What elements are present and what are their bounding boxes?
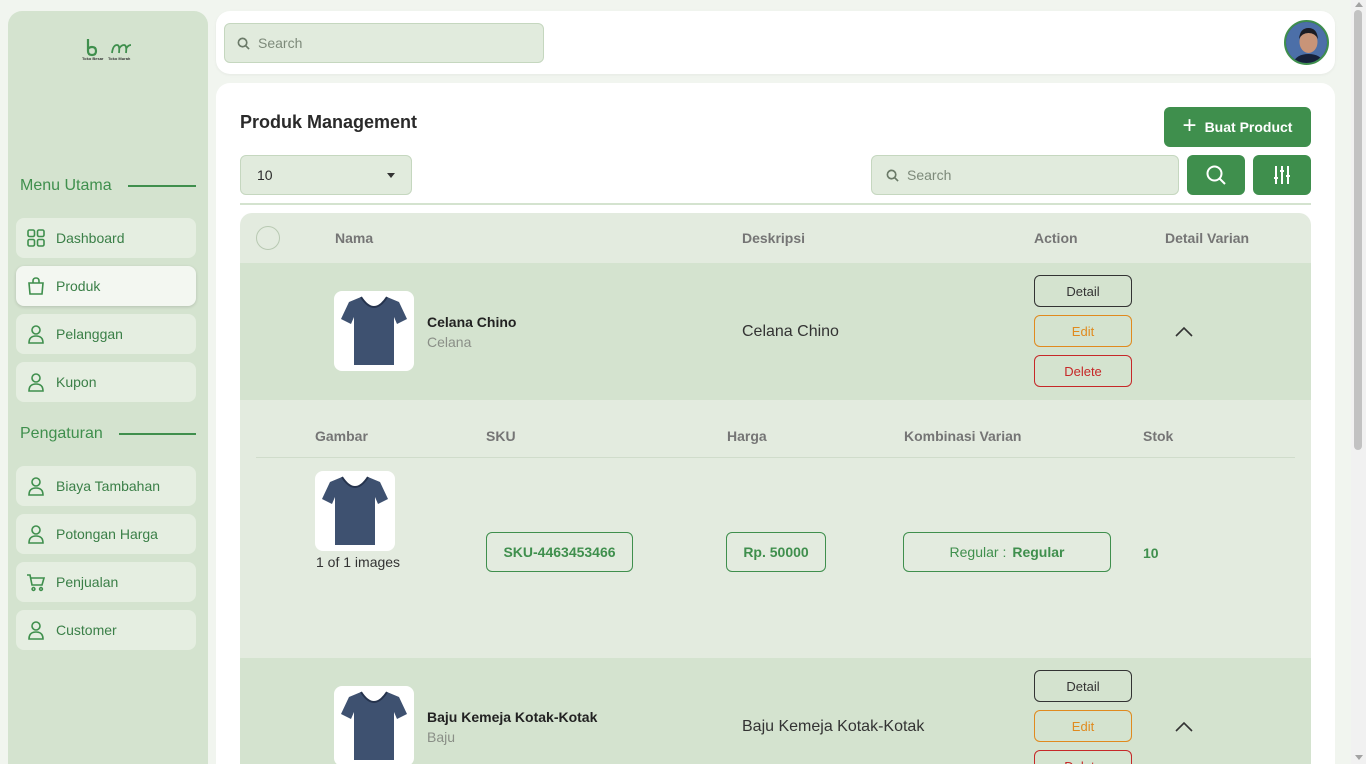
stock-value: 10: [1143, 545, 1159, 561]
scrollbar-thumb[interactable]: [1354, 10, 1362, 450]
top-bar: [216, 11, 1335, 74]
product-name: Celana Chino: [427, 314, 517, 330]
edit-button[interactable]: Edit: [1034, 315, 1132, 347]
sliders-icon: [1274, 166, 1290, 184]
search-icon: [237, 37, 250, 50]
variant-image[interactable]: [315, 471, 395, 551]
search-icon: [1206, 165, 1226, 185]
image-count: 1 of 1 images: [316, 554, 401, 570]
sidebar-item-label: Customer: [56, 622, 117, 638]
product-description: Celana Chino: [742, 323, 839, 340]
sidebar-item-label: Dashboard: [56, 230, 125, 246]
variant-header-harga: Harga: [727, 428, 767, 444]
sidebar-item-label: Penjualan: [56, 574, 119, 590]
user-avatar[interactable]: [1284, 20, 1329, 65]
combination-value: Regular: [1012, 544, 1065, 560]
sidebar-item-penjualan[interactable]: Penjualan: [16, 562, 196, 602]
header-detail-varian: Detail Varian: [1165, 230, 1250, 246]
cart-icon: [26, 572, 46, 592]
sidebar-item-label: Potongan Harga: [56, 526, 158, 542]
global-search[interactable]: [224, 23, 544, 63]
caret-down-icon: [387, 172, 395, 178]
header-action: Action: [1034, 230, 1078, 246]
sidebar-item-potongan-harga[interactable]: Potongan Harga: [16, 514, 196, 554]
product-search[interactable]: [871, 155, 1179, 195]
product-category: Celana: [427, 334, 472, 350]
search-icon: [886, 169, 899, 182]
scroll-up-arrow-icon[interactable]: [1355, 2, 1363, 7]
search-button[interactable]: [1187, 155, 1245, 195]
sidebar-item-biaya-tambahan[interactable]: Biaya Tambahan: [16, 466, 196, 506]
sku-badge: SKU-4463453466: [486, 532, 633, 572]
edit-button[interactable]: Edit: [1034, 710, 1132, 742]
user-icon: [26, 620, 46, 640]
user-icon: [26, 324, 46, 344]
variant-combination-badge: Regular : Regular: [903, 532, 1111, 572]
product-name: Baju Kemeja Kotak-Kotak: [427, 709, 598, 725]
chevron-up-icon[interactable]: [1174, 719, 1194, 733]
user-icon: [26, 476, 46, 496]
per-page-select[interactable]: 10: [240, 155, 412, 195]
variant-header-sku: SKU: [486, 428, 516, 444]
product-search-input[interactable]: [907, 167, 1147, 183]
sidebar-item-label: Kupon: [56, 374, 97, 390]
chevron-up-icon[interactable]: [1174, 324, 1194, 338]
select-all-checkbox[interactable]: [256, 226, 280, 250]
main-panel: Produk Management + Buat Product 10 Nama…: [216, 83, 1335, 764]
sidebar-item-dashboard[interactable]: Dashboard: [16, 218, 196, 258]
product-thumbnail[interactable]: [334, 686, 414, 764]
sidebar-item-kupon[interactable]: Kupon: [16, 362, 196, 402]
sidebar-item-label: Biaya Tambahan: [56, 478, 161, 494]
page-title: Produk Management: [240, 112, 418, 132]
header-nama: Nama: [335, 230, 374, 246]
variant-header-gambar: Gambar: [315, 428, 368, 444]
global-search-input[interactable]: [258, 35, 518, 51]
shopping-bag-icon: [26, 276, 46, 296]
brand-logo[interactable]: Toko Besar Toko Murah: [82, 37, 134, 61]
section-menu-utama: Menu Utama: [20, 177, 196, 195]
section-pengaturan: Pengaturan: [20, 425, 196, 443]
plus-icon: +: [1182, 111, 1197, 139]
page-scrollbar[interactable]: [1351, 0, 1366, 764]
variant-header: Gambar SKU Harga Kombinasi Varian Stok: [256, 400, 1295, 458]
grid-icon: [26, 228, 46, 248]
user-icon: [26, 372, 46, 392]
variant-header-kombinasi: Kombinasi Varian: [904, 428, 1022, 444]
variant-header-stok: Stok: [1143, 428, 1174, 444]
header-deskripsi: Deskripsi: [742, 230, 806, 246]
table-row: Celana Chino Celana Celana Chino Detail …: [240, 263, 1311, 400]
table-header: Nama Deskripsi Action Detail Varian: [240, 213, 1311, 263]
table-row: Baju Kemeja Kotak-Kotak Baju Baju Kemeja…: [240, 658, 1311, 764]
tshirt-image: [322, 476, 388, 545]
tshirt-image: [341, 296, 407, 365]
price-badge: Rp. 50000: [726, 532, 826, 572]
product-category: Baju: [427, 729, 456, 745]
tshirt-image: [341, 691, 407, 760]
filter-button[interactable]: [1253, 155, 1311, 195]
sidebar: Toko Besar Toko Murah Menu Utama Dashboa…: [8, 11, 208, 764]
delete-button[interactable]: Delete: [1034, 750, 1132, 764]
combination-label: Regular :: [949, 544, 1007, 560]
product-table: Nama Deskripsi Action Detail Varian Cela…: [240, 213, 1311, 764]
per-page-value: 10: [257, 167, 273, 183]
svg-text:Toko Murah: Toko Murah: [108, 56, 131, 61]
sidebar-item-label: Pelanggan: [56, 326, 123, 342]
sidebar-item-label: Produk: [56, 278, 101, 294]
sidebar-item-customer[interactable]: Customer: [16, 610, 196, 650]
divider: [240, 203, 1311, 205]
detail-button[interactable]: Detail: [1034, 275, 1132, 307]
create-product-button[interactable]: + Buat Product: [1164, 107, 1311, 147]
delete-button[interactable]: Delete: [1034, 355, 1132, 387]
sidebar-item-produk[interactable]: Produk: [16, 266, 196, 306]
sidebar-item-pelanggan[interactable]: Pelanggan: [16, 314, 196, 354]
svg-text:Toko Besar: Toko Besar: [82, 56, 104, 61]
variant-detail: Gambar SKU Harga Kombinasi Varian Stok 1…: [240, 400, 1311, 658]
product-description: Baju Kemeja Kotak-Kotak: [742, 718, 925, 735]
product-thumbnail[interactable]: [334, 291, 414, 371]
scroll-down-arrow-icon[interactable]: [1355, 755, 1363, 760]
detail-button[interactable]: Detail: [1034, 670, 1132, 702]
user-icon: [26, 524, 46, 544]
